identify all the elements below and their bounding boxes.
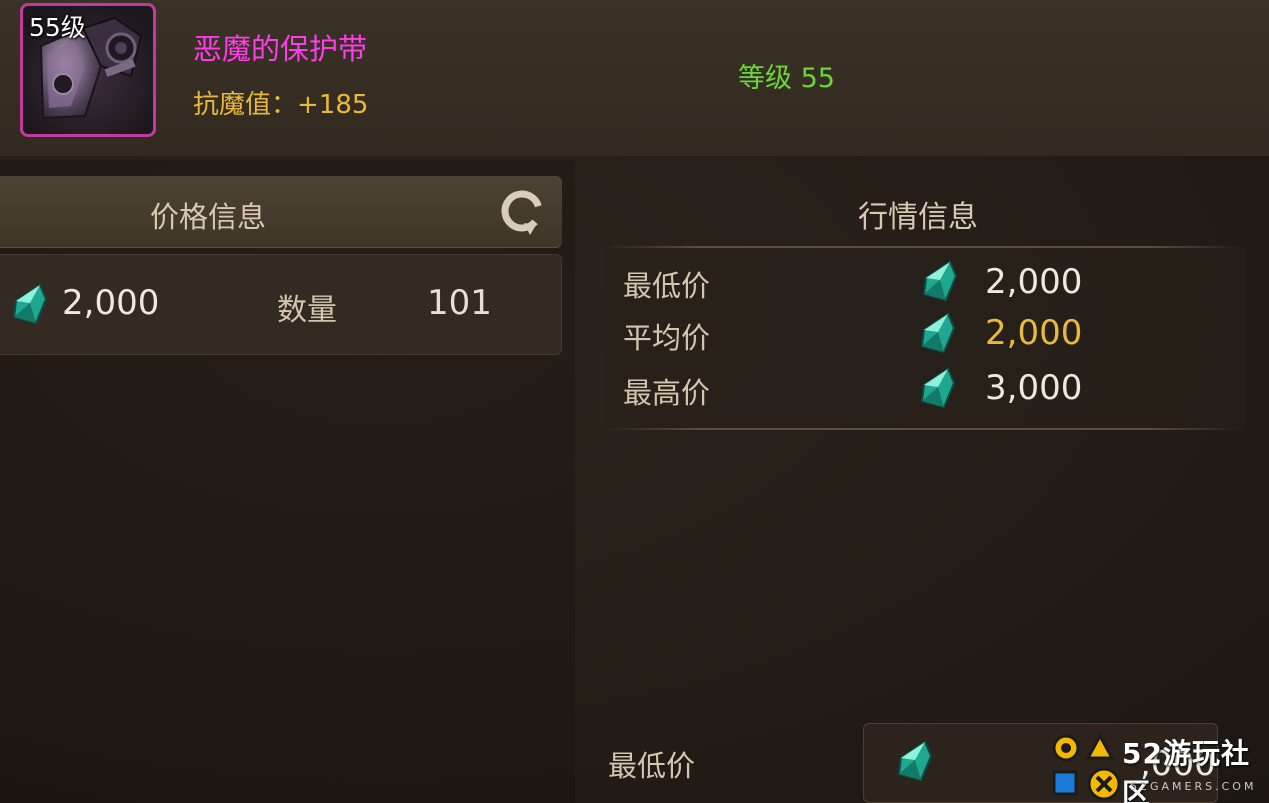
lowest-price-label: 最低价 [623,269,711,303]
divider [605,428,1245,430]
price-info-title: 价格信息 [150,200,267,234]
gem-icon [920,312,956,354]
gem-icon [897,740,933,782]
gem-icon [922,260,958,302]
quantity-value: 101 [427,283,492,323]
highest-price-label: 最高价 [623,376,711,410]
item-stat: 抗魔值：+185 [193,90,369,120]
gem-icon [12,283,48,325]
watermark-subtext: 52GAMERS.COM [1130,780,1257,793]
average-price-value: 2,000 [985,313,1083,353]
average-price-label: 平均价 [623,321,711,355]
sell-price-label: 最低价 [608,749,696,783]
item-header [0,0,1269,156]
auction-item-detail-screen: 55级 恶魔的保护带 抗魔值：+185 等级 55 价格信息 2,000 数量 … [0,0,1269,803]
lowest-price-value: 2,000 [985,262,1083,302]
item-name: 恶魔的保护带 [193,32,368,66]
price-info-header [0,176,562,248]
refresh-button[interactable] [496,185,548,237]
highest-price-value: 3,000 [985,368,1083,408]
market-info-title: 行情信息 [858,200,978,235]
item-level-requirement: 等级 55 [738,63,835,94]
gem-icon [920,367,956,409]
item-level-badge: 55级 [29,13,86,42]
divider [605,246,1245,248]
refresh-icon [501,190,543,235]
quantity-label: 数量 [277,293,337,328]
item-icon-frame[interactable]: 55级 [20,3,156,137]
unit-price: 2,000 [62,283,160,323]
